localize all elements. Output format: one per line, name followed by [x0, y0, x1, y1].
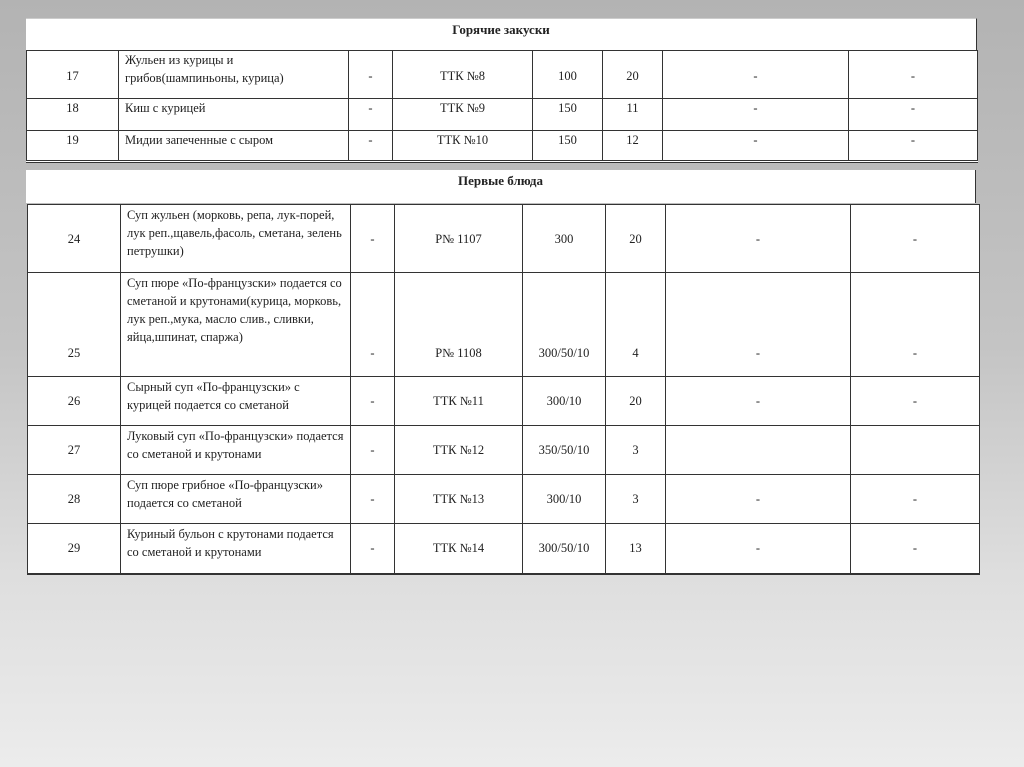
cell-num: 29	[27, 523, 121, 574]
cell-c3: -	[348, 50, 393, 99]
cell-tech: ТТК №10	[392, 130, 533, 162]
cell-yield: 150	[532, 130, 603, 162]
cell-num: 26	[27, 376, 121, 426]
cell-name: Суп пюре «По-французски» подается со сме…	[120, 272, 351, 377]
cell-qty: 12	[602, 130, 663, 162]
cell-num: 25	[27, 272, 121, 377]
cell-tech: ТТК №11	[394, 376, 523, 426]
cell-num: 18	[26, 98, 119, 131]
table-row: 19 Мидии запеченные с сыром - ТТК №10 150 12-…	[26, 130, 978, 162]
table-row: 25 Суп пюре «По-французски» подается со с…	[27, 272, 980, 377]
cell-num: 28	[27, 474, 121, 524]
cell-c3: -	[350, 425, 395, 475]
cell-c8: -	[850, 376, 980, 426]
cell-num: 19	[26, 130, 119, 162]
cell-qty: 4	[605, 272, 666, 377]
cell-c8: -	[850, 474, 980, 524]
cell-name: Жульен из курицы и грибов(шампиньоны, ку…	[118, 50, 349, 99]
table-row: 18 Киш с курицей - ТТК №9 150 11- -	[26, 98, 978, 131]
cell-num: 27	[27, 425, 121, 475]
cell-c8: -	[848, 130, 978, 162]
cell-tech: ТТК №9	[392, 98, 533, 131]
cell-name: Суп пюре грибное «По-французски» подаетс…	[120, 474, 351, 524]
cell-c7: -	[665, 376, 851, 426]
cell-yield: 100	[532, 50, 603, 99]
cell-c3: -	[350, 272, 395, 377]
cell-tech: ТТК №14	[394, 523, 523, 574]
section-header-first-courses: Первые блюда	[26, 170, 976, 203]
cell-name: Луковый суп «По-французски» подается со …	[120, 425, 351, 475]
cell-qty: 20	[605, 204, 666, 273]
cell-c7: -	[665, 272, 851, 377]
cell-c8	[850, 425, 980, 475]
cell-c7: -	[665, 204, 851, 273]
cell-c3: -	[350, 474, 395, 524]
cell-c3: -	[348, 98, 393, 131]
table-row: 24 Суп жульен (морковь, репа, лук-порей, …	[27, 204, 980, 273]
cell-qty: 3	[605, 474, 666, 524]
section-title: Горячие закуски	[452, 22, 550, 37]
cell-num: 17	[26, 50, 119, 99]
hot-appetizers-table: 17 Жульен из курицы и грибов(шампиньоны, …	[26, 50, 978, 163]
cell-tech: ТТК №8	[392, 50, 533, 99]
cell-name: Киш с курицей	[118, 98, 349, 131]
cell-yield: 350/50/10	[522, 425, 606, 475]
table-row: 28 Суп пюре грибное «По-французски» подае…	[27, 474, 980, 524]
cell-yield: 300/50/10	[522, 272, 606, 377]
cell-qty: 20	[605, 376, 666, 426]
cell-yield: 150	[532, 98, 603, 131]
cell-c3: -	[350, 204, 395, 273]
cell-qty: 13	[605, 523, 666, 574]
cell-c8: -	[850, 272, 980, 377]
cell-c3: -	[348, 130, 393, 162]
table-row: 26 Сырный суп «По-французски» с курицей п…	[27, 376, 980, 426]
cell-tech: ТТК №13	[394, 474, 523, 524]
cell-name: Сырный суп «По-французски» с курицей под…	[120, 376, 351, 426]
cell-yield: 300	[522, 204, 606, 273]
table-row: 29 Куриный бульон с крутонами подается со…	[27, 523, 980, 574]
cell-yield: 300/10	[522, 474, 606, 524]
cell-tech: ТТК №12	[394, 425, 523, 475]
cell-name: Суп жульен (морковь, репа, лук-порей, лу…	[120, 204, 351, 273]
cell-name: Мидии запеченные с сыром	[118, 130, 349, 162]
first-courses-table: 24 Суп жульен (морковь, репа, лук-порей, …	[27, 204, 980, 575]
cell-yield: 300/50/10	[522, 523, 606, 574]
cell-c3: -	[350, 523, 395, 574]
cell-qty: 20	[602, 50, 663, 99]
cell-yield: 300/10	[522, 376, 606, 426]
cell-name: Куриный бульон с крутонами подается со с…	[120, 523, 351, 574]
table-row: 17 Жульен из курицы и грибов(шампиньоны, …	[26, 50, 978, 99]
cell-qty: 3	[605, 425, 666, 475]
cell-c7: -	[665, 474, 851, 524]
section-title: Первые блюда	[457, 173, 544, 188]
cell-c8: -	[848, 98, 978, 131]
cell-c7: -	[662, 98, 849, 131]
cell-num: 24	[27, 204, 121, 273]
cell-c8: -	[850, 204, 980, 273]
cell-c3: -	[350, 376, 395, 426]
cell-tech: Р№ 1107	[394, 204, 523, 273]
section-header-hot-appetizers: Горячие закуски	[26, 18, 977, 51]
cell-c7: -	[665, 523, 851, 574]
cell-c7: -	[662, 130, 849, 162]
cell-c7	[665, 425, 851, 475]
cell-qty: 11	[602, 98, 663, 131]
cell-c8: -	[850, 523, 980, 574]
cell-c7: -	[662, 50, 849, 99]
table-row: 27 Луковый суп «По-французски» подается с…	[27, 425, 980, 475]
cell-c8: -	[848, 50, 978, 99]
cell-tech: Р№ 1108	[394, 272, 523, 377]
